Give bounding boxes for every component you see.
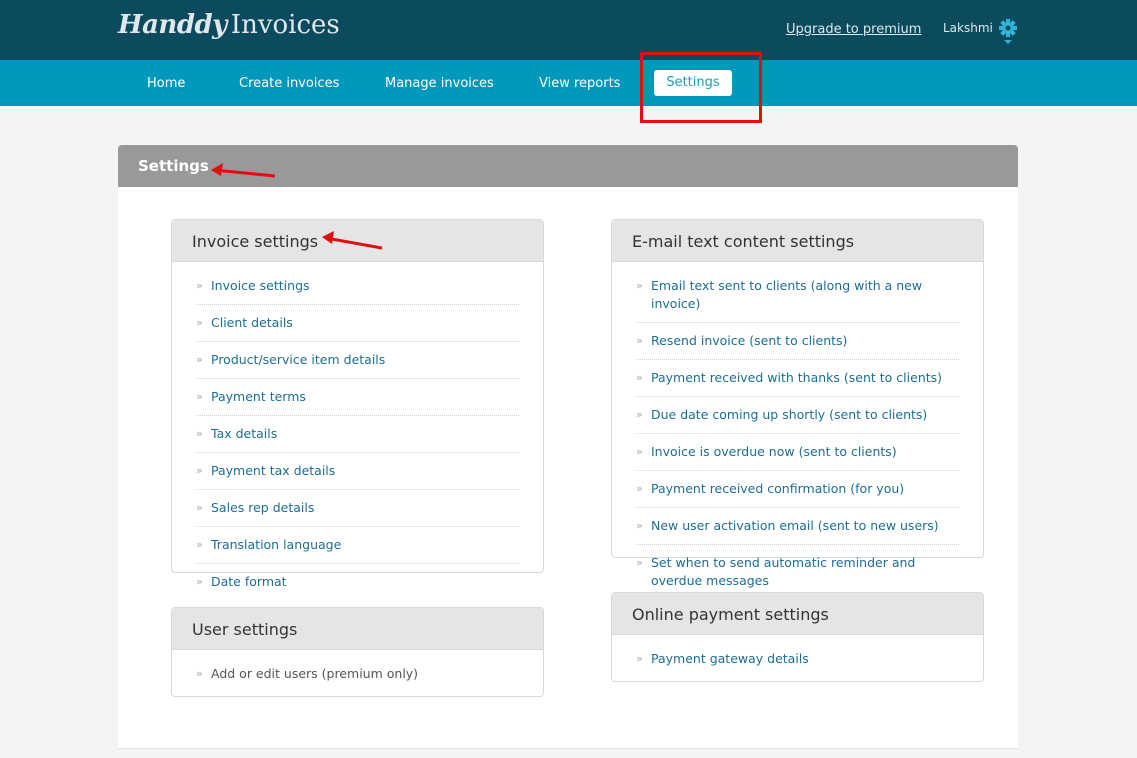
arrow-annotation [322, 231, 383, 250]
list-item[interactable]: » Date format [196, 564, 519, 600]
chevron-right-icon: » [196, 501, 203, 514]
chevron-right-icon: » [196, 279, 203, 292]
list-item-label: Payment received confirmation (for you) [651, 481, 905, 496]
chevron-right-icon: » [636, 408, 643, 421]
list-item[interactable]: » Tax details [196, 416, 519, 453]
page-title: Settings [138, 157, 209, 175]
list-item-label: Translation language [211, 537, 342, 552]
chevron-right-icon: » [196, 464, 203, 477]
upgrade-link[interactable]: Upgrade to premium [786, 22, 921, 37]
nav-manage-invoices[interactable]: Manage invoices [385, 76, 494, 91]
invoice-settings-list: » Invoice settings » Client details » Produ… [172, 262, 543, 600]
list-item-label: Product/service item details [211, 352, 386, 367]
user-settings-card: User settings » Add or edit users (premiu… [171, 607, 544, 697]
chevron-right-icon: » [196, 667, 203, 680]
online-payment-list: » Payment gateway details [612, 635, 983, 677]
list-item[interactable]: » Payment received with thanks (sent to c… [636, 360, 959, 397]
list-item[interactable]: » New user activation email (sent to new … [636, 508, 959, 545]
chevron-right-icon: » [636, 279, 643, 292]
list-item[interactable]: » Payment tax details [196, 453, 519, 490]
chevron-right-icon: » [636, 482, 643, 495]
list-item[interactable]: » Due date coming up shortly (sent to cli… [636, 397, 959, 434]
chevron-right-icon: » [196, 316, 203, 329]
chevron-right-icon: » [196, 390, 203, 403]
user-name[interactable]: Lakshmi [943, 21, 993, 35]
list-item-label: Sales rep details [211, 500, 315, 515]
chevron-right-icon: » [636, 519, 643, 532]
app-logo[interactable]: Handdy Invoices [118, 10, 340, 40]
top-header: Handdy Invoices Upgrade to premium Lakshm… [0, 0, 1137, 60]
list-item-label: Tax details [211, 426, 278, 441]
main-nav: Home Create invoices Manage invoices Vie… [0, 60, 1137, 106]
list-item-label: Payment tax details [211, 463, 336, 478]
list-item[interactable]: » Sales rep details [196, 490, 519, 527]
chevron-right-icon: » [636, 371, 643, 384]
list-item[interactable]: » Client details [196, 305, 519, 342]
list-item-label: Client details [211, 315, 293, 330]
list-item-label: Payment received with thanks (sent to cl… [651, 370, 943, 385]
invoice-settings-card: Invoice settings » Invoice settings » Clie… [171, 219, 544, 589]
list-item[interactable]: » Set when to send automatic reminder and… [636, 545, 959, 599]
chevron-right-icon: » [196, 538, 203, 551]
arrow-annotation [211, 163, 276, 178]
list-item-label: Payment gateway details [651, 651, 809, 666]
list-item[interactable]: » Payment received confirmation (for you) [636, 471, 959, 508]
list-item-label: Email text sent to clients (along with a… [651, 278, 923, 311]
list-item[interactable]: » Payment gateway details [636, 641, 959, 677]
logo-text: Invoices [230, 10, 340, 40]
email-settings-card: E-mail text content settings » Email text… [611, 219, 984, 588]
chevron-right-icon: » [636, 652, 643, 665]
logo-script: Handdy [118, 10, 227, 40]
online-payment-card: Online payment settings » Payment gateway… [611, 592, 984, 682]
list-item-label: Date format [211, 574, 287, 589]
email-settings-title: E-mail text content settings [612, 220, 983, 262]
list-item-label: Invoice is overdue now (sent to clients) [651, 444, 897, 459]
list-item[interactable]: » Invoice is overdue now (sent to clients… [636, 434, 959, 471]
chevron-right-icon: » [196, 353, 203, 366]
user-settings-list: » Add or edit users (premium only) [172, 650, 543, 692]
highlight-box [640, 52, 762, 123]
chevron-right-icon: » [196, 427, 203, 440]
online-payment-title: Online payment settings [612, 593, 983, 635]
list-item[interactable]: » Product/service item details [196, 342, 519, 379]
list-item-label: Invoice settings [211, 278, 310, 293]
list-item[interactable]: » Email text sent to clients (along with … [636, 268, 959, 323]
list-item[interactable]: » Payment terms [196, 379, 519, 416]
list-item-label: New user activation email (sent to new u… [651, 518, 939, 533]
list-item-label: Resend invoice (sent to clients) [651, 333, 848, 348]
user-settings-title: User settings [172, 608, 543, 650]
nav-view-reports[interactable]: View reports [539, 76, 620, 91]
list-item[interactable]: » Invoice settings [196, 268, 519, 305]
list-item-label: Set when to send automatic reminder and … [651, 555, 916, 588]
list-item[interactable]: » Translation language [196, 527, 519, 564]
list-item[interactable]: » Resend invoice (sent to clients) [636, 323, 959, 360]
chevron-right-icon: » [636, 445, 643, 458]
chevron-right-icon: » [196, 575, 203, 588]
list-item[interactable]: » Add or edit users (premium only) [196, 656, 519, 692]
email-settings-list: » Email text sent to clients (along with … [612, 262, 983, 599]
chevron-right-icon: » [636, 334, 643, 347]
chevron-right-icon: » [636, 556, 643, 569]
nav-create-invoices[interactable]: Create invoices [239, 76, 339, 91]
nav-home[interactable]: Home [147, 76, 185, 91]
list-item-label: Due date coming up shortly (sent to clie… [651, 407, 928, 422]
gear-icon[interactable] [997, 18, 1019, 46]
list-item-label: Payment terms [211, 389, 306, 404]
list-item-label: Add or edit users (premium only) [211, 666, 419, 681]
